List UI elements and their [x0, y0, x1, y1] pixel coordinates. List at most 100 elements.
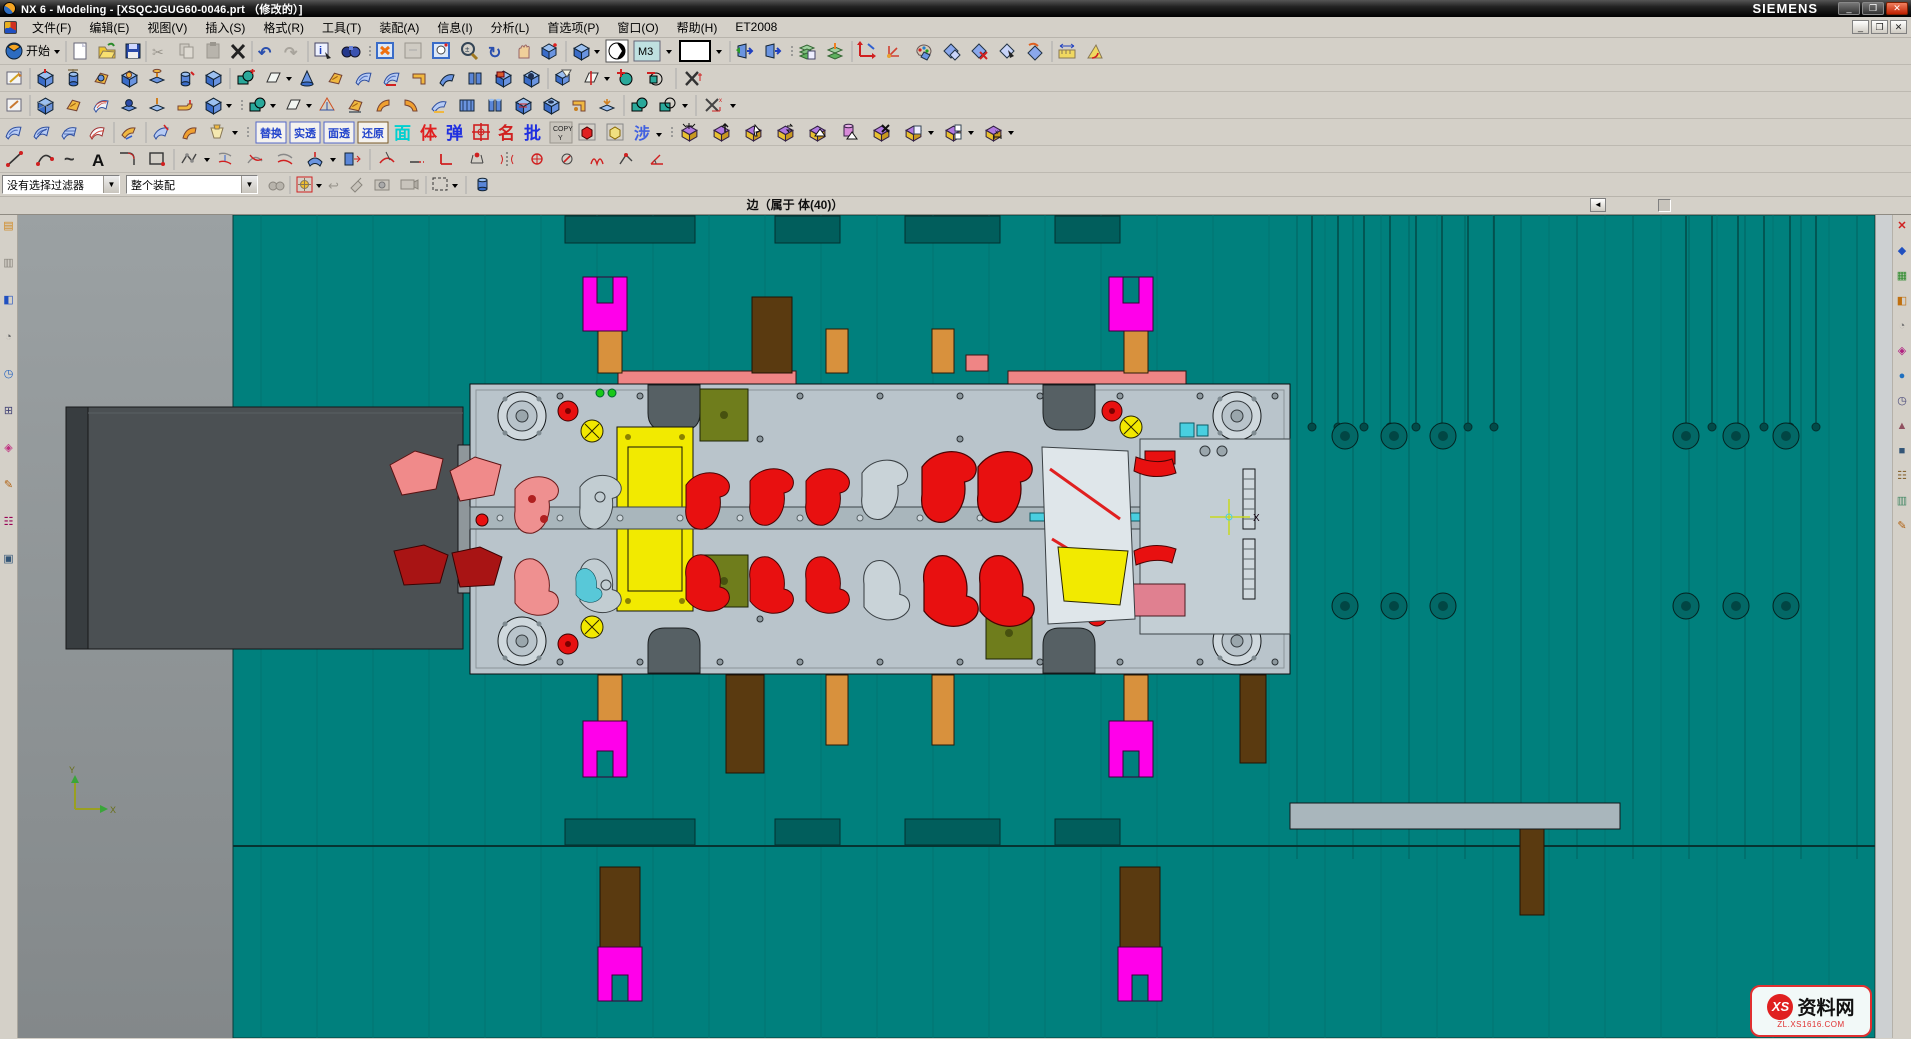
datum-csys-button[interactable]: [320, 98, 334, 110]
cut-button[interactable]: ✂: [152, 44, 164, 60]
flange-button[interactable]: [178, 100, 192, 110]
quick-trim-button[interactable]: [380, 152, 394, 163]
interference-dropdown[interactable]: [656, 133, 662, 137]
solid-translucent-button[interactable]: 实透: [290, 122, 320, 143]
cone-button[interactable]: [301, 71, 313, 86]
shaded-view-button[interactable]: [574, 44, 589, 60]
pen-icon[interactable]: ✎: [1, 478, 16, 493]
block-button[interactable]: [206, 71, 221, 87]
dimension-component-button[interactable]: x: [986, 126, 1001, 141]
redo-button[interactable]: ↷: [284, 45, 298, 62]
profile-dropdown[interactable]: [204, 158, 210, 162]
point-set-button[interactable]: [562, 154, 572, 164]
paint-selection-button[interactable]: [351, 178, 362, 192]
stamp-button[interactable]: [150, 98, 164, 111]
selection-scope-dropdown[interactable]: ▼: [241, 176, 257, 193]
constraint-button[interactable]: [471, 153, 483, 163]
close-button[interactable]: ✕: [1886, 2, 1908, 15]
reuse-library-icon[interactable]: ◔: [1895, 319, 1910, 334]
point-button[interactable]: [532, 154, 542, 164]
hole-button[interactable]: [95, 73, 108, 84]
wcs-dynamics-button[interactable]: [857, 41, 876, 59]
mdi-close-button[interactable]: ✕: [1890, 20, 1907, 34]
blend-edge-button[interactable]: [356, 73, 371, 85]
shaded-view-dropdown[interactable]: [594, 50, 600, 54]
wcs-orient-button[interactable]: [887, 46, 899, 58]
spring-tool-button[interactable]: 弹: [446, 123, 463, 143]
menu-analysis[interactable]: 分析(L): [482, 17, 539, 38]
boolean-dropdown[interactable]: [270, 104, 276, 108]
emboss-sheet-dropdown[interactable]: [330, 158, 336, 162]
find-component-button[interactable]: [269, 182, 284, 190]
part-navigator-icon[interactable]: ◧: [1895, 294, 1910, 309]
palette-icon[interactable]: ◈: [1, 441, 16, 456]
menu-view[interactable]: 视图(V): [138, 17, 196, 38]
paste-button[interactable]: [207, 42, 219, 58]
monitor-icon[interactable]: ▣: [1, 552, 16, 567]
boss-surface-dropdown[interactable]: [232, 131, 238, 135]
body-dropdown[interactable]: [226, 104, 232, 108]
shell2-button[interactable]: [573, 101, 585, 111]
datum-axis-button[interactable]: x: [706, 98, 722, 111]
menu-insert[interactable]: 插入(S): [196, 17, 254, 38]
ruled-surface-button[interactable]: [34, 127, 49, 139]
menu-file[interactable]: 文件(F): [23, 17, 80, 38]
datum-axis-dropdown[interactable]: [730, 104, 736, 108]
boolean-unite-button[interactable]: [250, 98, 265, 111]
lift-component-button[interactable]: [714, 124, 729, 141]
layer-settings-button[interactable]: [800, 45, 815, 59]
move-to-layer-button[interactable]: [828, 43, 842, 59]
clipboard-icon[interactable]: ▥: [1, 256, 16, 271]
draft-button[interactable]: [349, 100, 362, 112]
line-button[interactable]: [6, 151, 23, 167]
pad-button[interactable]: [150, 69, 164, 83]
immediate-hide-button[interactable]: [972, 44, 987, 59]
profile-button[interactable]: [182, 153, 196, 163]
thicken-button[interactable]: [496, 71, 511, 87]
make-corner-button[interactable]: [441, 154, 452, 164]
mdi-minimize-button[interactable]: _: [1852, 20, 1869, 34]
selection-filter-combo[interactable]: 没有选择过滤器 ▼: [2, 175, 120, 194]
web-browser-icon[interactable]: ●: [1895, 369, 1910, 384]
snapshot-button[interactable]: [375, 180, 389, 190]
fillet-curve-button[interactable]: [120, 153, 134, 165]
four-point-surface-button[interactable]: [6, 127, 21, 139]
menu-information[interactable]: 信息(I): [428, 17, 481, 38]
orient-view-front-button[interactable]: [736, 44, 752, 58]
rotate-view-button[interactable]: ↻: [488, 45, 501, 62]
selection-scope-combo[interactable]: 整个装配 ▼: [126, 175, 258, 194]
mirror-curve-button[interactable]: [501, 152, 513, 166]
selection-filter-dropdown[interactable]: ▼: [103, 176, 119, 193]
pocket-button[interactable]: [544, 98, 559, 114]
project-curve-button[interactable]: [219, 153, 231, 164]
users-icon[interactable]: ☷: [1, 515, 16, 530]
face-translucent-button[interactable]: 面透: [324, 122, 354, 143]
datum-plane-dropdown[interactable]: [286, 77, 292, 81]
perspective-button[interactable]: [542, 43, 557, 59]
instance-add-button[interactable]: [617, 69, 632, 85]
new-button[interactable]: [74, 43, 86, 59]
copy-component-button[interactable]: [906, 126, 921, 141]
boss-button[interactable]: [122, 71, 137, 87]
body-button[interactable]: [206, 98, 221, 114]
subtract-button[interactable]: [660, 98, 675, 111]
bend1-button[interactable]: [377, 100, 389, 111]
show-button[interactable]: [1028, 44, 1042, 60]
hollow-button[interactable]: [524, 71, 539, 87]
suppress-feature-button[interactable]: [686, 72, 702, 85]
camera-button[interactable]: [401, 180, 418, 189]
unite2-button[interactable]: [632, 98, 647, 111]
subtract-dropdown[interactable]: [682, 104, 688, 108]
undo-button[interactable]: ↶: [257, 45, 272, 62]
revolve-button[interactable]: [68, 69, 78, 86]
viewport[interactable]: X X Y XS 资料网 ZL.XS1616.COM: [18, 215, 1875, 1038]
reuse-icon[interactable]: ◔: [1, 330, 16, 345]
copy-component-dropdown[interactable]: [928, 131, 934, 135]
slot-button[interactable]: [516, 98, 531, 114]
angle-tool-button[interactable]: [651, 155, 663, 164]
show-hide-button[interactable]: [944, 44, 960, 60]
groove-button[interactable]: [181, 72, 194, 86]
datum-plane2-dropdown[interactable]: [306, 104, 312, 108]
shell-button[interactable]: [413, 74, 425, 84]
display-mode-select[interactable]: M3: [634, 41, 660, 61]
